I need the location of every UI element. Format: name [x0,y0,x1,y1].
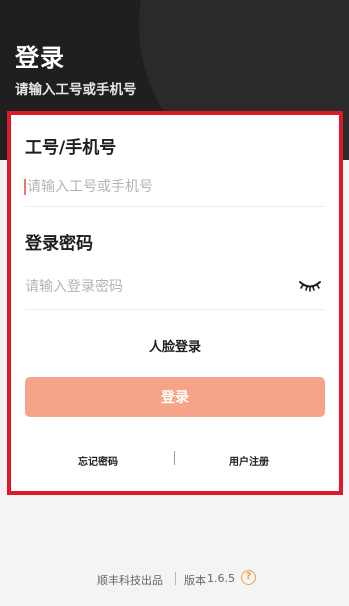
version-number: 1.6.5 [207,572,235,585]
password-divider [25,309,325,310]
password-label: 登录密码 [25,234,93,254]
links-divider [174,451,175,465]
company-credit: 顺丰科技出品 [97,574,163,587]
footer-divider [175,572,176,585]
footer: 顺丰科技出品 版本 1.6.5 ? [0,570,349,587]
account-input[interactable] [25,172,325,202]
eye-closed-icon[interactable] [297,278,323,294]
forgot-password-link[interactable]: 忘记密码 [78,453,118,468]
login-card: 工号/手机号 登录密码 人脸登录 登录 忘记密码 用户注册 [11,115,339,491]
version-label: 版本 [184,574,206,587]
password-input[interactable] [25,272,291,302]
face-login-link[interactable]: 人脸登录 [11,336,339,355]
page-subtitle: 请输入工号或手机号 [15,82,137,98]
account-divider [25,206,325,207]
account-label: 工号/手机号 [25,138,117,158]
question-circle-icon[interactable]: ? [241,570,256,585]
page-title: 登录 [15,44,65,72]
register-link[interactable]: 用户注册 [229,453,269,468]
login-button[interactable]: 登录 [25,377,325,417]
